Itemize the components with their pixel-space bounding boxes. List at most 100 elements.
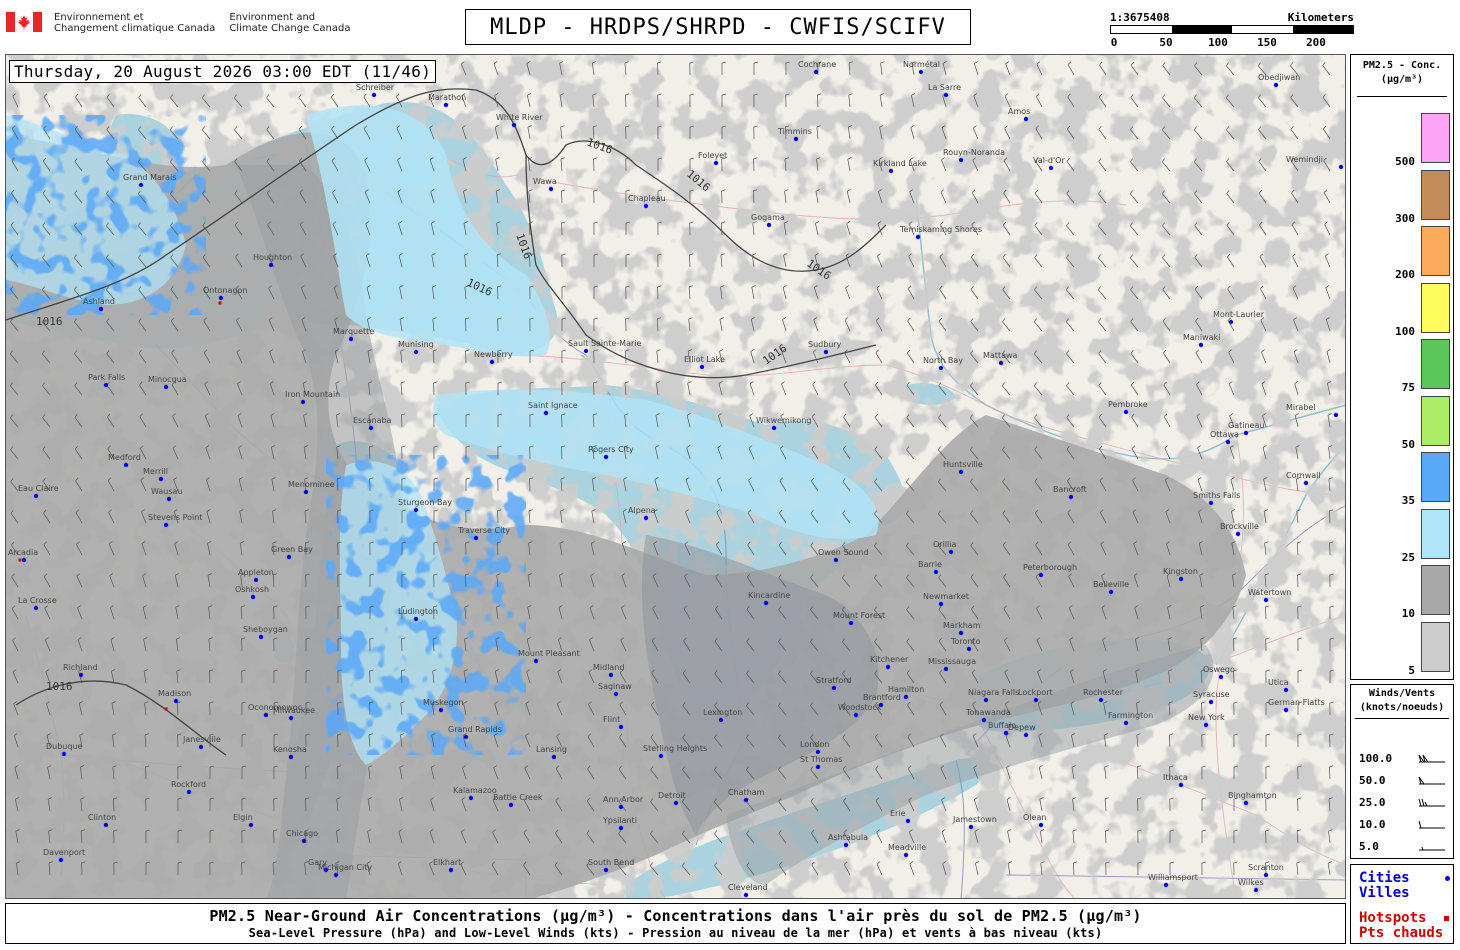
- city-dot[interactable]: [813, 69, 819, 75]
- city-dot[interactable]: [333, 872, 339, 878]
- city-dot[interactable]: [948, 549, 954, 555]
- city-dot[interactable]: [163, 522, 169, 528]
- city-dot[interactable]: [473, 535, 479, 541]
- city-dot[interactable]: [1263, 597, 1269, 603]
- city-dot[interactable]: [1225, 439, 1231, 445]
- city-dot[interactable]: [98, 306, 104, 312]
- city-dot[interactable]: [468, 795, 474, 801]
- city-dot[interactable]: [218, 295, 224, 301]
- city-dot[interactable]: [918, 69, 924, 75]
- city-dot[interactable]: [673, 800, 679, 806]
- city-dot[interactable]: [718, 717, 724, 723]
- city-dot[interactable]: [743, 892, 749, 898]
- city-dot[interactable]: [658, 753, 664, 759]
- city-dot[interactable]: [1033, 697, 1039, 703]
- city-dot[interactable]: [743, 797, 749, 803]
- city-dot[interactable]: [933, 569, 939, 575]
- city-dot[interactable]: [443, 102, 449, 108]
- city-dot[interactable]: [103, 382, 109, 388]
- city-dot[interactable]: [508, 802, 514, 808]
- city-dot[interactable]: [613, 691, 619, 697]
- city-dot[interactable]: [643, 203, 649, 209]
- city-dot[interactable]: [268, 262, 274, 268]
- city-dot[interactable]: [905, 818, 911, 824]
- city-dot[interactable]: [248, 822, 254, 828]
- city-dot[interactable]: [823, 349, 829, 355]
- city-dot[interactable]: [915, 234, 921, 240]
- city-dot[interactable]: [943, 92, 949, 98]
- city-dot[interactable]: [1283, 687, 1289, 693]
- city-dot[interactable]: [1273, 82, 1279, 88]
- city-dot[interactable]: [1253, 887, 1259, 893]
- city-dot[interactable]: [943, 666, 949, 672]
- city-dot[interactable]: [286, 554, 292, 560]
- city-dot[interactable]: [413, 616, 419, 622]
- city-dot[interactable]: [166, 496, 172, 502]
- city-dot[interactable]: [938, 365, 944, 371]
- city-dot[interactable]: [33, 493, 39, 499]
- city-dot[interactable]: [1283, 707, 1289, 713]
- city-dot[interactable]: [608, 672, 614, 678]
- city-dot[interactable]: [123, 462, 129, 468]
- city-dot[interactable]: [103, 822, 109, 828]
- city-dot[interactable]: [583, 348, 589, 354]
- city-dot[interactable]: [958, 469, 964, 475]
- city-dot[interactable]: [1068, 494, 1074, 500]
- city-dot[interactable]: [938, 601, 944, 607]
- city-dot[interactable]: [1123, 720, 1129, 726]
- city-dot[interactable]: [33, 605, 39, 611]
- city-dot[interactable]: [815, 764, 821, 770]
- city-dot[interactable]: [1203, 722, 1209, 728]
- city-dot[interactable]: [1023, 116, 1029, 122]
- city-dot[interactable]: [288, 715, 294, 721]
- city-dot[interactable]: [983, 697, 989, 703]
- city-dot[interactable]: [198, 744, 204, 750]
- city-dot[interactable]: [1048, 165, 1054, 171]
- city-dot[interactable]: [548, 186, 554, 192]
- city-dot[interactable]: [448, 867, 454, 873]
- city-dot[interactable]: [793, 136, 799, 142]
- city-dot[interactable]: [413, 507, 419, 513]
- city-dot[interactable]: [1198, 342, 1204, 348]
- city-dot[interactable]: [1243, 430, 1249, 436]
- city-dot[interactable]: [618, 804, 624, 810]
- city-dot[interactable]: [618, 724, 624, 730]
- city-dot[interactable]: [303, 489, 309, 495]
- city-dot[interactable]: [766, 222, 772, 228]
- city-dot[interactable]: [263, 712, 269, 718]
- city-dot[interactable]: [533, 658, 539, 664]
- city-dot[interactable]: [1243, 800, 1249, 806]
- city-dot[interactable]: [371, 92, 377, 98]
- city-dot[interactable]: [603, 867, 609, 873]
- city-dot[interactable]: [158, 476, 164, 482]
- city-dot[interactable]: [1208, 699, 1214, 705]
- city-dot[interactable]: [300, 399, 306, 405]
- city-dot[interactable]: [551, 754, 557, 760]
- city-dot[interactable]: [1228, 319, 1234, 325]
- city-dot[interactable]: [1098, 697, 1104, 703]
- city-dot[interactable]: [848, 620, 854, 626]
- city-dot[interactable]: [253, 577, 259, 583]
- city-dot[interactable]: [603, 454, 609, 460]
- city-dot[interactable]: [981, 717, 987, 723]
- city-dot[interactable]: [301, 838, 307, 844]
- city-dot[interactable]: [885, 664, 891, 670]
- city-dot[interactable]: [998, 360, 1004, 366]
- forecast-map[interactable]: 1016 1016 1016 1016 1016 1016 1016 1016 …: [5, 54, 1346, 899]
- city-dot[interactable]: [186, 789, 192, 795]
- city-dot[interactable]: [1333, 412, 1339, 418]
- city-dot[interactable]: [511, 122, 517, 128]
- city-dot[interactable]: [489, 359, 495, 365]
- city-dot[interactable]: [618, 825, 624, 831]
- city-dot[interactable]: [958, 630, 964, 636]
- city-dot[interactable]: [1303, 480, 1309, 486]
- city-dot[interactable]: [250, 594, 256, 600]
- city-dot[interactable]: [1023, 732, 1029, 738]
- city-dot[interactable]: [699, 364, 705, 370]
- city-dot[interactable]: [463, 734, 469, 740]
- city-dot[interactable]: [138, 182, 144, 188]
- city-dot[interactable]: [1163, 882, 1169, 888]
- hotspot-marker[interactable]: [164, 707, 168, 711]
- city-dot[interactable]: [771, 425, 777, 431]
- city-dot[interactable]: [1038, 572, 1044, 578]
